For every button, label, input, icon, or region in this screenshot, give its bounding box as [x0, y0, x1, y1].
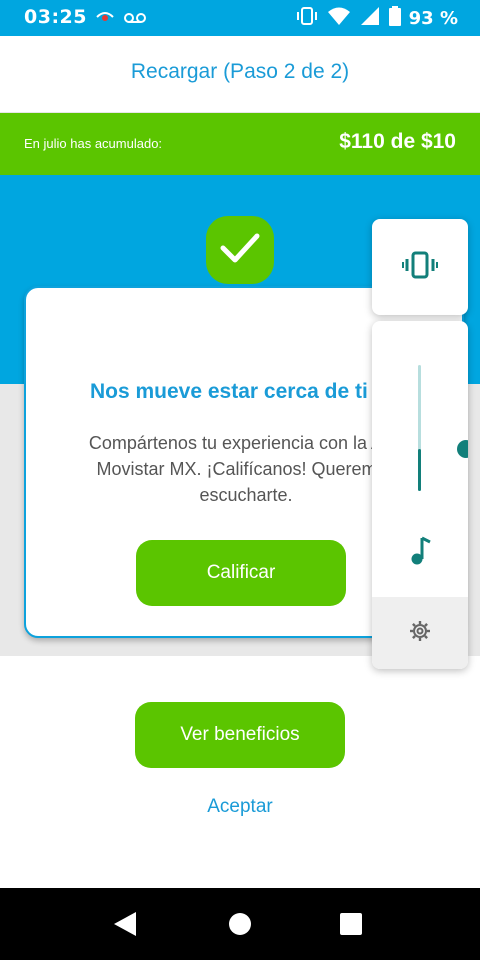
page-title: Recargar (Paso 2 de 2): [130, 60, 350, 83]
back-icon[interactable]: [114, 912, 136, 940]
app-header: Recargar (Paso 2 de 2): [0, 36, 480, 113]
success-badge: [206, 216, 274, 284]
accumulated-value: $110 de $10: [339, 130, 456, 153]
status-bar: 03:25 93 %: [0, 0, 480, 36]
vibrate-icon: [295, 6, 319, 30]
view-benefits-button[interactable]: Ver beneficios: [135, 702, 345, 768]
eye-icon: [96, 9, 114, 28]
ringer-mode-button[interactable]: [372, 219, 468, 315]
system-nav-bar: [0, 888, 480, 960]
checkmark-icon: [220, 232, 260, 268]
home-icon[interactable]: [229, 913, 251, 935]
volume-slider[interactable]: [418, 365, 468, 491]
signal-icon: [359, 6, 381, 30]
battery-percent: 93 %: [408, 7, 458, 29]
volume-panel: [372, 321, 468, 669]
settings-gear-icon: [409, 620, 431, 646]
voicemail-icon: [124, 9, 146, 28]
volume-slider-fill: [418, 449, 421, 491]
accumulated-label: En julio has acumulado:: [24, 136, 163, 151]
wifi-icon: [327, 6, 351, 30]
volume-slider-thumb[interactable]: [457, 440, 468, 458]
vibrate-icon: [402, 251, 438, 283]
music-note-icon[interactable]: [406, 535, 434, 569]
battery-icon: [388, 6, 401, 30]
status-time: 03:25: [24, 6, 87, 28]
accumulated-banner: En julio has acumulado: $110 de $10: [0, 113, 480, 175]
recent-apps-icon[interactable]: [340, 913, 362, 935]
rate-button[interactable]: Calificar: [136, 540, 346, 606]
volume-settings-button[interactable]: [372, 597, 468, 669]
accept-link[interactable]: Aceptar: [0, 796, 480, 818]
dialog-message: Compártenos tu experiencia con la App Mo…: [88, 433, 404, 505]
